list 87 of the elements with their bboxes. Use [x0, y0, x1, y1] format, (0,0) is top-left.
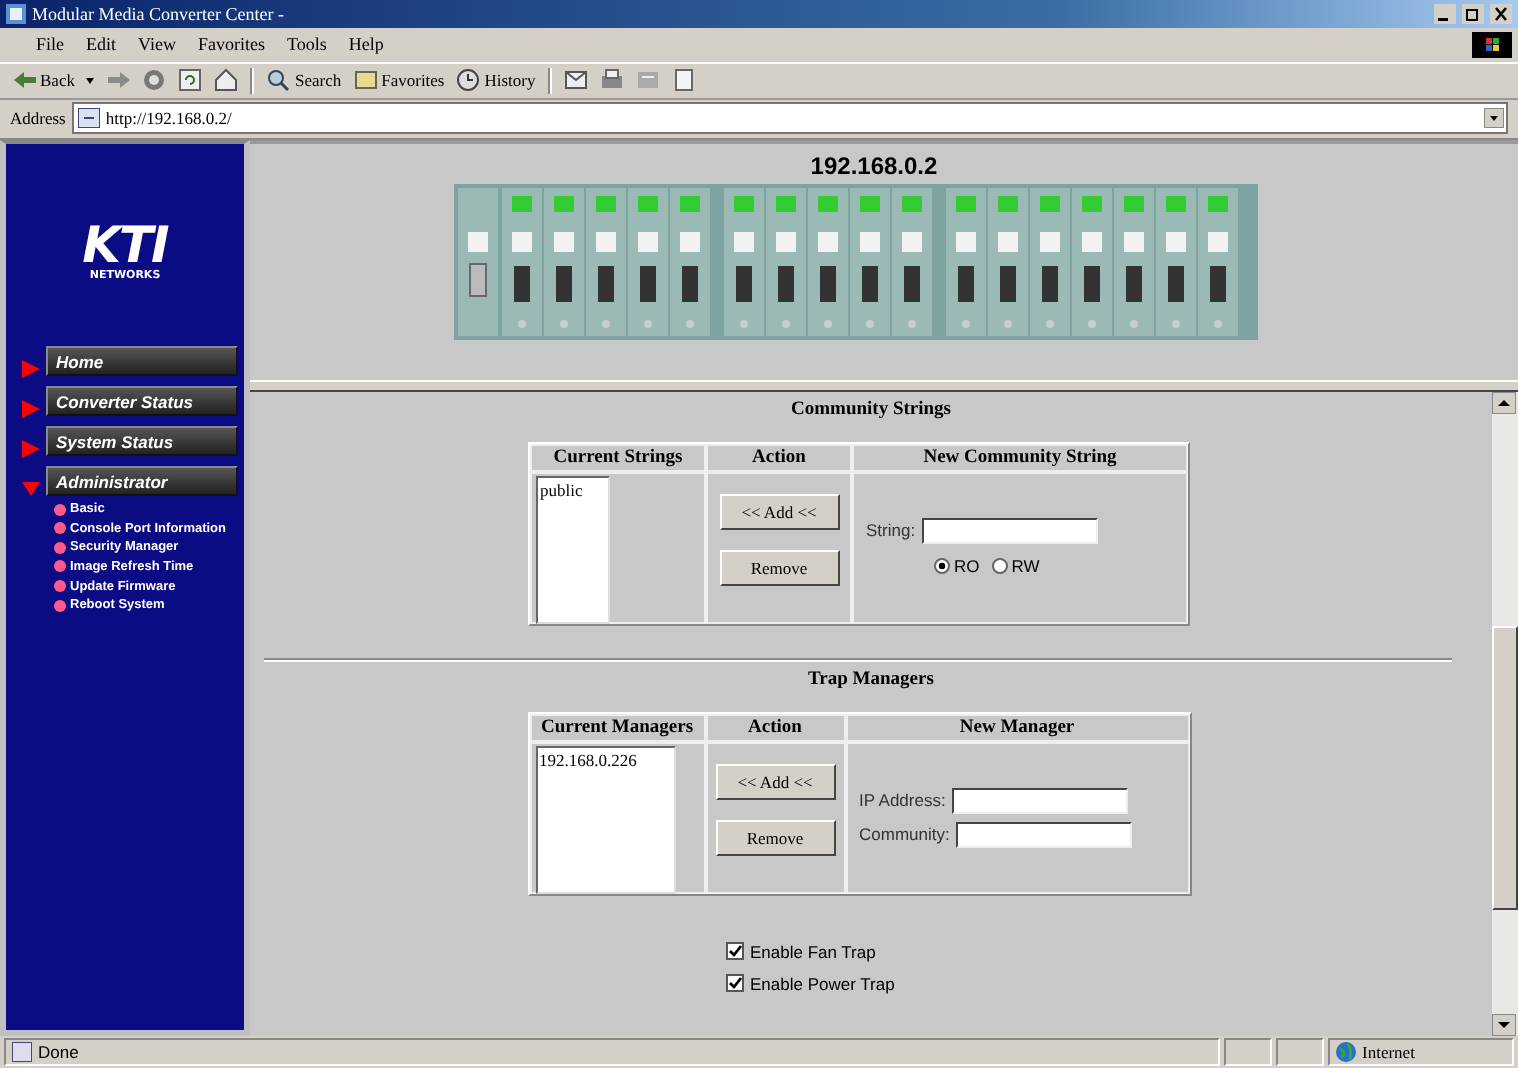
page-icon — [671, 68, 696, 93]
column-header: Current Managers — [529, 713, 705, 742]
field-label: IP Address: — [859, 790, 946, 811]
action-button[interactable]: Remove — [715, 819, 835, 856]
bullet-icon — [54, 522, 66, 535]
list-box[interactable]: public — [536, 475, 610, 624]
refresh-icon — [178, 68, 203, 93]
minimize-icon — [1434, 3, 1456, 24]
nav-button[interactable]: Converter Status — [46, 386, 238, 417]
search-button[interactable]: Search — [266, 68, 342, 93]
address-field[interactable]: http://192.168.0.2/ — [71, 102, 1508, 135]
status-pane — [1224, 1038, 1272, 1066]
radio-button[interactable] — [991, 557, 1008, 574]
browser-icon — [6, 3, 26, 24]
dropdown-arrow-icon — [1484, 108, 1504, 129]
page-icon — [12, 1042, 32, 1063]
print-button[interactable] — [599, 68, 624, 93]
restore-icon — [1462, 3, 1484, 24]
logo-wordmark: KTI — [82, 221, 168, 270]
bullet-icon — [54, 503, 66, 516]
checkbox-label: Enable Power Trap — [750, 973, 895, 994]
favorites-button[interactable]: Favorites — [353, 68, 445, 93]
mail-button[interactable] — [563, 68, 588, 93]
column-header: New Community String — [852, 443, 1188, 472]
field-label: String: — [866, 520, 916, 541]
page-icon — [77, 108, 100, 129]
checkbox[interactable] — [726, 942, 744, 961]
input-field[interactable] — [921, 517, 1098, 544]
stop-button[interactable] — [142, 68, 167, 93]
column-header: Current Strings — [530, 443, 706, 472]
menu-item[interactable]: View — [138, 34, 176, 55]
zone-text: Internet — [1362, 1042, 1415, 1063]
radio-label: RW — [1011, 555, 1040, 576]
list-box[interactable]: 192.168.0.226 — [535, 745, 675, 894]
action-button[interactable]: << Add << — [715, 763, 835, 800]
search-icon — [266, 68, 291, 93]
status-text: Done — [38, 1042, 79, 1063]
refresh-button[interactable] — [178, 68, 203, 93]
section-title: Trap Managers — [808, 669, 934, 690]
column-header: Action — [705, 713, 845, 742]
discuss-button[interactable] — [671, 68, 696, 93]
menu-item[interactable]: File — [36, 34, 65, 55]
column-header: New Manager — [845, 713, 1189, 742]
folder-icon — [353, 68, 378, 93]
nav-button[interactable]: Home — [46, 346, 238, 377]
column-header: Action — [706, 443, 852, 472]
home-icon — [214, 68, 239, 93]
radio-label: RO — [954, 555, 980, 576]
bullet-icon — [54, 580, 66, 593]
home-button[interactable] — [214, 68, 239, 93]
vertical-scrollbar[interactable] — [1492, 391, 1518, 1037]
menu-item[interactable]: Tools — [286, 34, 327, 55]
stop-icon — [142, 68, 167, 93]
nav-button[interactable]: Administrator — [46, 466, 238, 497]
field-label: Community: — [859, 824, 950, 845]
menu-item[interactable]: Edit — [86, 34, 117, 55]
menu-item[interactable]: Favorites — [197, 34, 265, 55]
section-title: Community Strings — [791, 399, 951, 420]
list-item[interactable]: 192.168.0.226 — [537, 747, 673, 772]
back-button[interactable]: Back — [12, 68, 95, 93]
input-field[interactable] — [951, 787, 1128, 814]
bullet-icon — [54, 599, 66, 612]
checkbox-label: Enable Fan Trap — [750, 941, 876, 962]
envelope-icon — [563, 68, 588, 93]
window-title: Modular Media Converter Center - — [32, 3, 284, 24]
radio-button[interactable] — [934, 557, 950, 574]
globe-icon — [1336, 1042, 1356, 1063]
checkbox[interactable] — [726, 974, 744, 993]
right-arrow-icon — [106, 68, 131, 93]
status-pane — [1276, 1038, 1324, 1066]
action-button[interactable]: << Add << — [719, 493, 839, 530]
action-button[interactable]: Remove — [719, 549, 839, 586]
history-button[interactable]: History — [456, 68, 536, 93]
address-label: Address — [10, 108, 66, 129]
nav-button[interactable]: System Status — [46, 426, 238, 457]
device-title: 192.168.0.2 — [810, 151, 938, 180]
left-arrow-icon — [12, 68, 36, 93]
clock-icon — [456, 68, 481, 93]
list-item[interactable]: public — [538, 477, 608, 502]
printer-icon — [599, 68, 624, 93]
bullet-icon — [54, 541, 66, 554]
input-field[interactable] — [955, 821, 1132, 848]
bullet-icon — [54, 560, 66, 573]
windows-logo-icon — [1472, 31, 1512, 58]
close-icon — [1490, 3, 1512, 24]
document-icon — [635, 68, 660, 93]
menu-item[interactable]: Help — [348, 34, 384, 55]
